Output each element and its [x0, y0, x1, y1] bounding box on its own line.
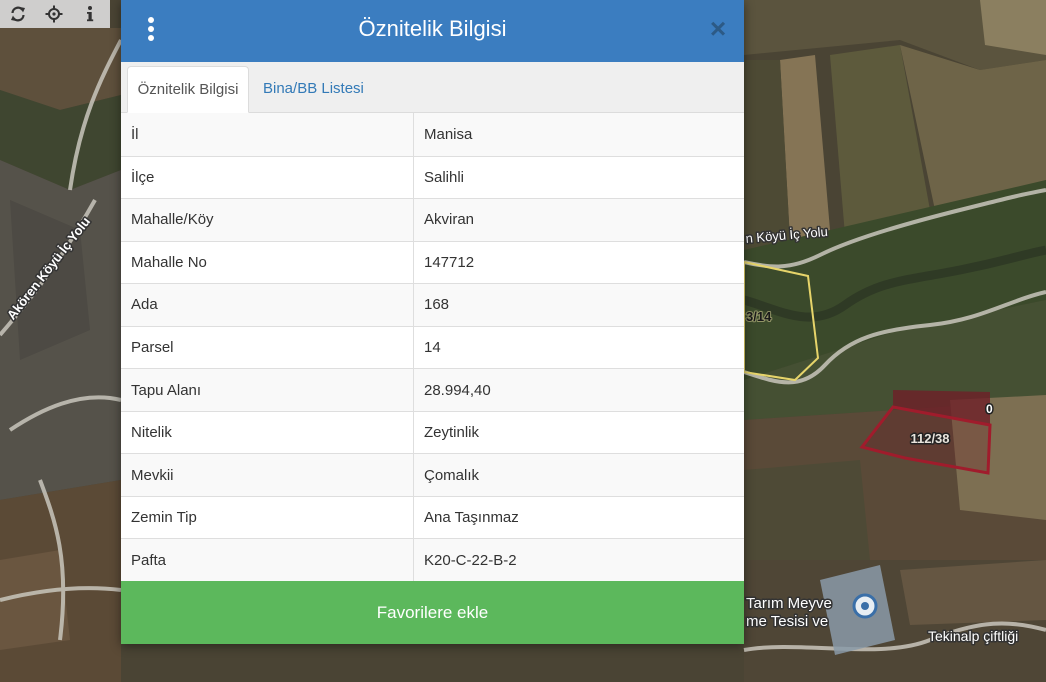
attribute-label: İl: [121, 113, 414, 156]
panel-title: Öznitelik Bilgisi: [358, 16, 507, 41]
table-row: Mevkii Çomalık: [121, 453, 744, 496]
table-row: Pafta K20-C-22-B-2: [121, 538, 744, 581]
table-row: İl Manisa: [121, 113, 744, 156]
table-row: Parsel 14: [121, 325, 744, 369]
attribute-value: Zeytinlik: [424, 424, 480, 442]
crosshair-icon: [45, 5, 63, 23]
attribute-value: Çomalık: [424, 466, 480, 484]
tab-attributes[interactable]: Öznitelik Bilgisi: [127, 66, 249, 113]
locate-button[interactable]: [36, 0, 72, 28]
refresh-icon: [11, 6, 25, 22]
attribute-label: Zemin Tip: [121, 496, 414, 539]
attribute-label: Parsel: [121, 326, 414, 369]
attribute-label: Nitelik: [121, 411, 414, 454]
close-icon[interactable]: ×: [708, 14, 728, 44]
info-icon: [87, 6, 94, 22]
attribute-value: 168: [424, 296, 450, 314]
attribute-value: 28.994,40: [424, 381, 491, 399]
parcel-label-a: 3/14: [746, 309, 772, 324]
parcel-label-b: 112/38: [910, 431, 949, 446]
info-button[interactable]: [72, 0, 108, 28]
attribute-value: 147712: [424, 253, 475, 271]
panel-tabs: Öznitelik Bilgisi Bina/BB Listesi: [121, 62, 744, 113]
parcel-label-c: 0: [986, 402, 993, 416]
attribute-panel: Öznitelik Bilgisi × Öznitelik Bilgisi Bi…: [121, 0, 744, 644]
attribute-value: Ana Taşınmaz: [424, 509, 519, 527]
table-row: Mahalle/Köy Akviran: [121, 198, 744, 241]
attribute-label: Mevkii: [121, 454, 414, 496]
table-row: Mahalle No 147712: [121, 240, 744, 284]
attribute-label: Mahalle No: [121, 241, 414, 284]
tab-building-list[interactable]: Bina/BB Listesi: [249, 66, 378, 113]
attribute-value: Akviran: [424, 211, 475, 229]
refresh-button[interactable]: [0, 0, 36, 28]
attribute-label: İlçe: [121, 156, 414, 199]
add-to-favorites-button[interactable]: Favorilere ekle: [121, 581, 744, 644]
attribute-value: 14: [424, 338, 441, 356]
facility-label-line2: me Tesisi ve: [746, 613, 828, 630]
attribute-label: Mahalle/Köy: [121, 199, 414, 241]
attribute-table: İl Manisa İlçe Salihli Mahalle/Köy Akvir…: [121, 113, 744, 581]
table-row: Ada 168: [121, 283, 744, 326]
attribute-value: Salihli: [424, 168, 465, 186]
attribute-value: Manisa: [424, 125, 473, 143]
table-row: Tapu Alanı 28.994,40: [121, 368, 744, 411]
attribute-value: K20-C-22-B-2: [424, 551, 517, 569]
attribute-label: Pafta: [121, 539, 414, 581]
map-toolbar: [0, 0, 110, 28]
attribute-label: Ada: [121, 284, 414, 326]
attribute-label: Tapu Alanı: [121, 369, 414, 411]
table-row: Zemin Tip Ana Taşınmaz: [121, 495, 744, 539]
farm-label: Tekinalp çiftliği: [928, 628, 1018, 644]
kebab-menu-icon[interactable]: [141, 12, 161, 46]
table-row: Nitelik Zeytinlik: [121, 410, 744, 454]
table-row: İlçe Salihli: [121, 155, 744, 199]
facility-label-line1: Tarım Meyve: [746, 595, 832, 612]
panel-header: Öznitelik Bilgisi ×: [121, 0, 744, 62]
